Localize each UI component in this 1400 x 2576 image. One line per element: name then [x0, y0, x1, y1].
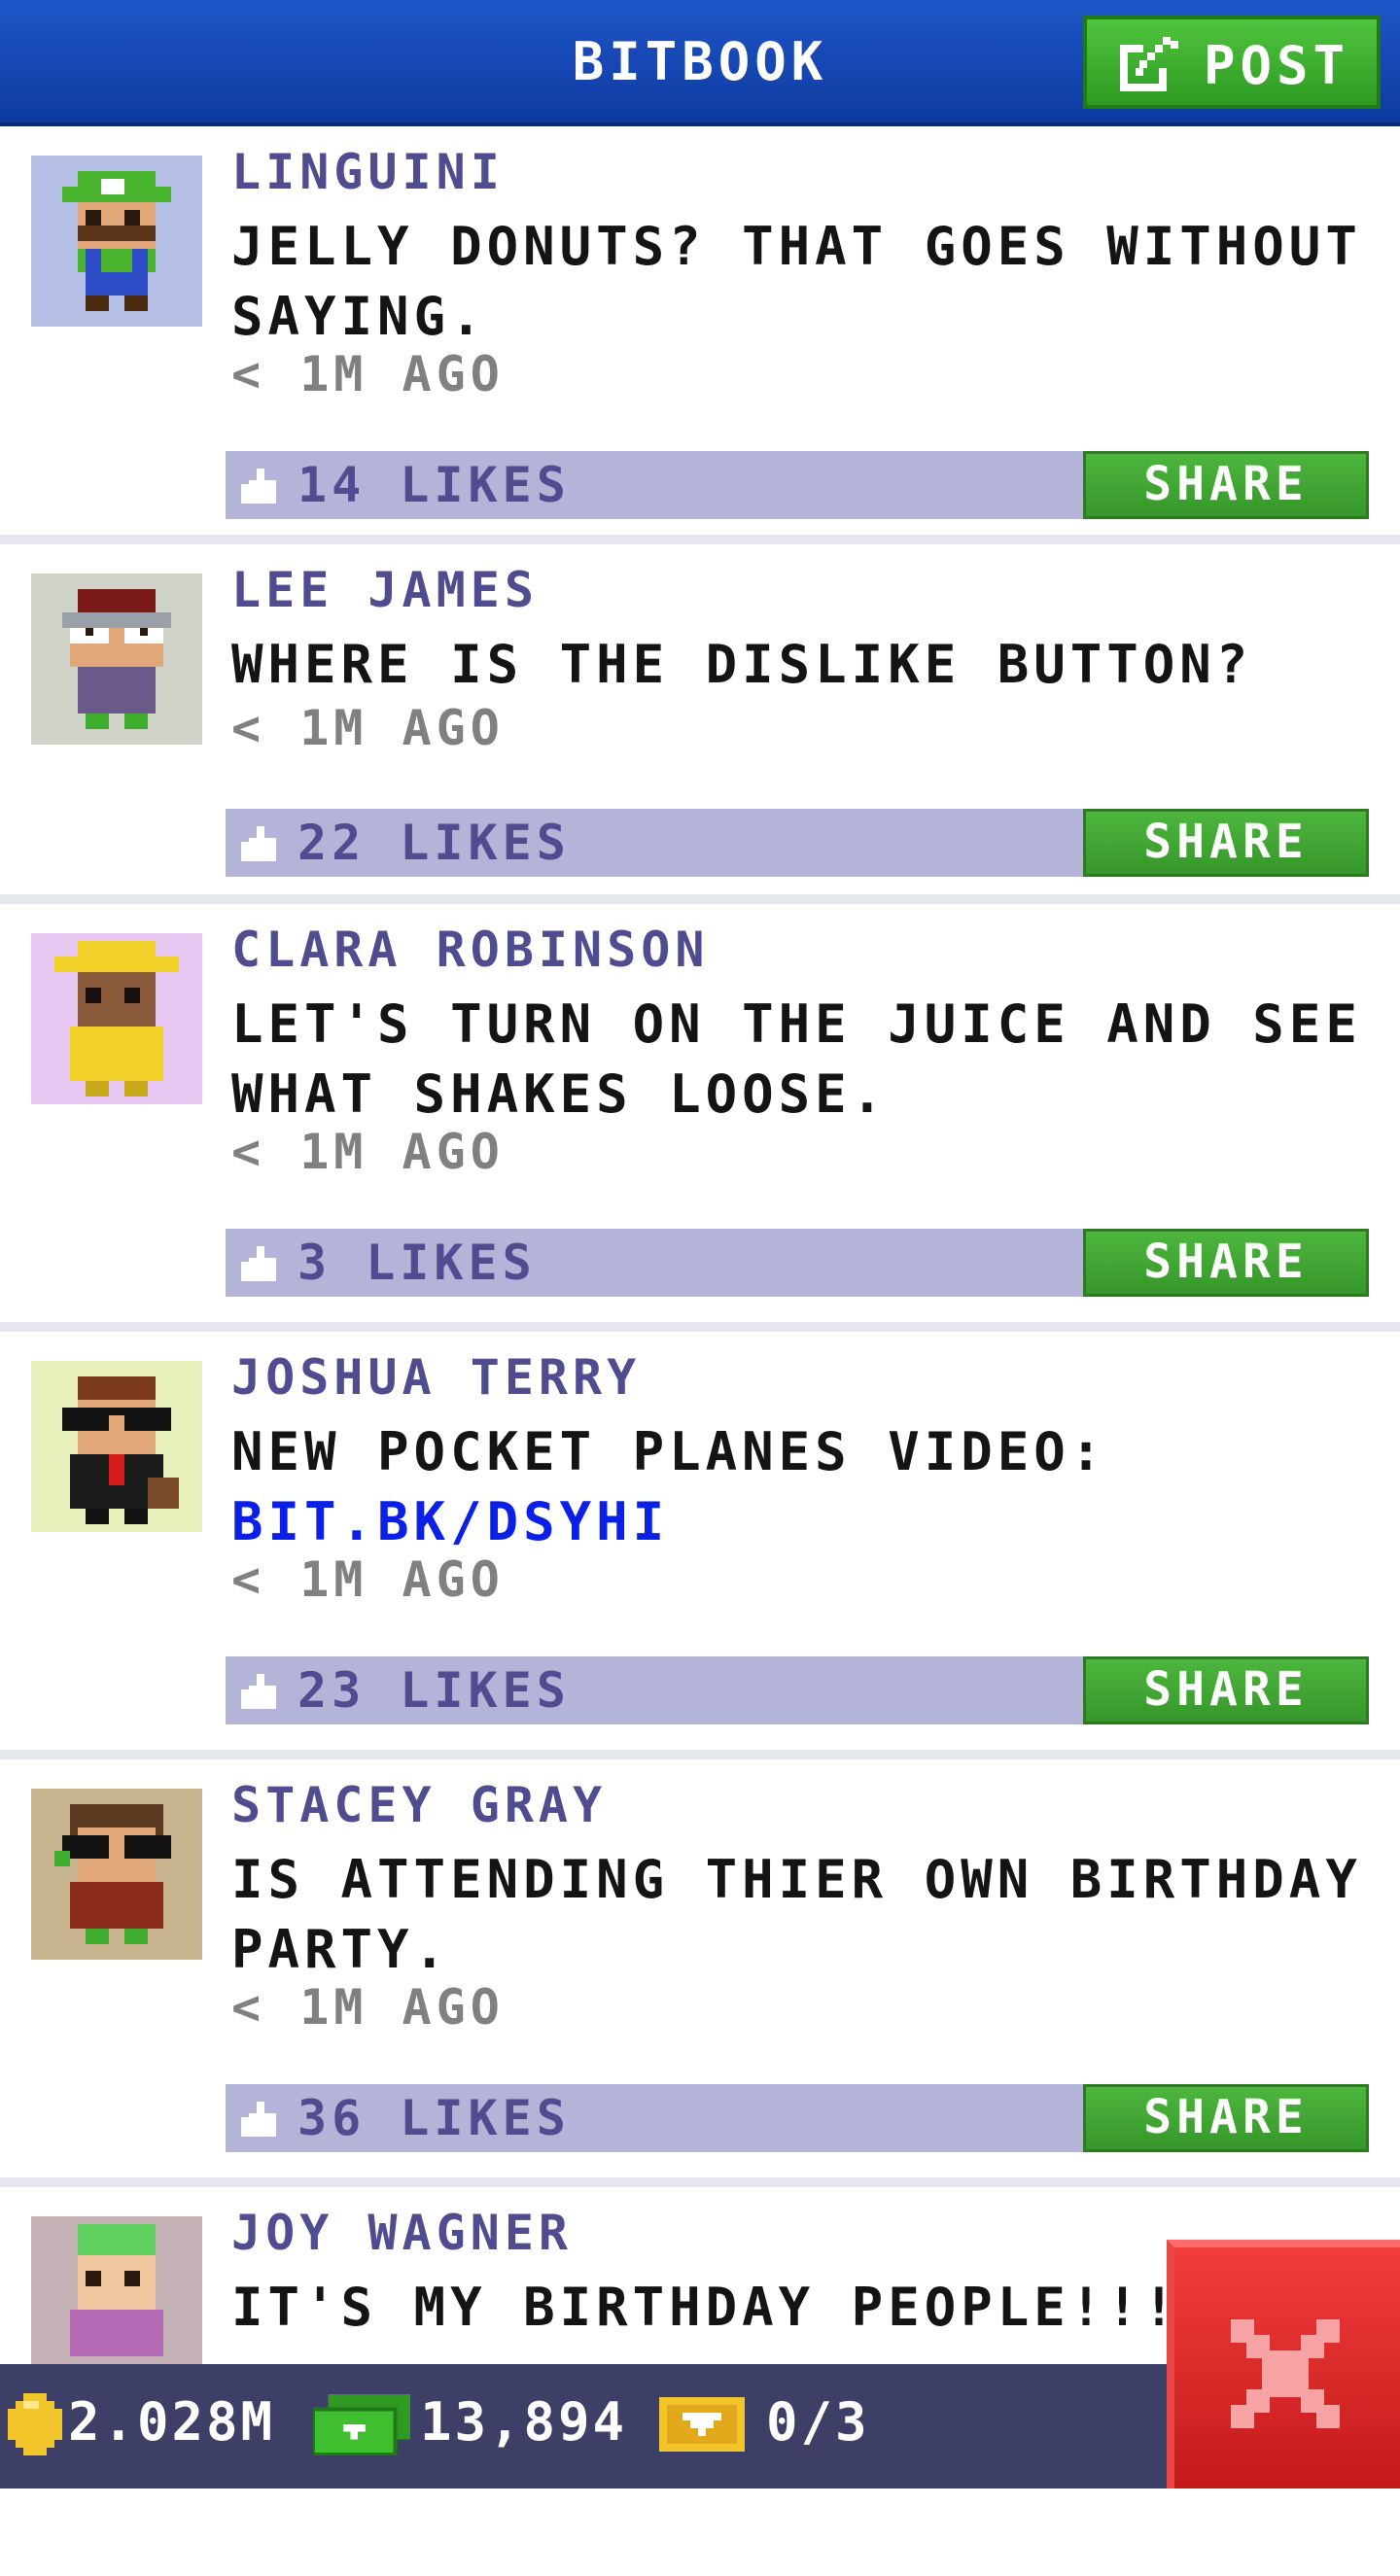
avatar[interactable] [31, 1361, 202, 1532]
avatar-image [70, 2224, 163, 2356]
app-header: BITBOOK POST [0, 0, 1400, 126]
share-button[interactable]: SHARE [1083, 1229, 1369, 1297]
avatar[interactable] [31, 574, 202, 745]
ticket-icon [659, 2397, 745, 2452]
avatar-image [54, 941, 179, 1097]
avatar[interactable] [31, 1789, 202, 1960]
author-name[interactable]: JOY WAGNER [231, 2205, 573, 2261]
post-label: POST [1204, 35, 1350, 96]
post-text-line: NEW POCKET PLANES VIDEO: [231, 1421, 1107, 1482]
feed-post: LEE JAMES WHERE IS THE DISLIKE BUTTON? <… [0, 544, 1400, 904]
feed-post: STACEY GRAY IS ATTENDING THIER OWN BIRTH… [0, 1759, 1400, 2187]
likes-count: 22 LIKES [298, 815, 571, 871]
post-text: LET'S TURN ON THE JUICE AND SEE WHAT SHA… [231, 993, 1362, 1125]
author-name[interactable]: CLARA ROBINSON [231, 922, 709, 978]
post-text: IS ATTENDING THIER OWN BIRTHDAY PARTY. [231, 1849, 1362, 1980]
thumbs-up-icon[interactable] [241, 826, 276, 861]
avatar[interactable] [31, 933, 202, 1104]
close-button[interactable] [1167, 2240, 1400, 2489]
thumbs-up-icon[interactable] [241, 1246, 276, 1281]
likes-bar: 36 LIKES SHARE [226, 2084, 1369, 2152]
likes-bar: 3 LIKES SHARE [226, 1229, 1369, 1297]
likes-count: 23 LIKES [298, 1662, 571, 1719]
coin-icon [8, 2393, 62, 2455]
likes-count: 36 LIKES [298, 2090, 571, 2146]
avatar-image [62, 589, 171, 729]
feed-post: JOSHUA TERRY NEW POCKET PLANES VIDEO: BI… [0, 1332, 1400, 1759]
feed-post: CLARA ROBINSON LET'S TURN ON THE JUICE A… [0, 904, 1400, 1332]
avatar[interactable] [31, 2216, 202, 2387]
post-time: < 1M AGO [231, 700, 505, 756]
avatar[interactable] [31, 156, 202, 327]
post-time: < 1M AGO [231, 346, 505, 402]
close-icon [1231, 2319, 1340, 2428]
post-time: < 1M AGO [231, 1979, 505, 2036]
share-button[interactable]: SHARE [1083, 2084, 1369, 2152]
news-feed[interactable]: LINGUINI JELLY DONUTS? THAT GOES WITHOUT… [0, 126, 1400, 2576]
avatar-image [54, 1804, 171, 1944]
bux-count: 13,894 [420, 2391, 628, 2453]
feed-post: LINGUINI JELLY DONUTS? THAT GOES WITHOUT… [0, 126, 1400, 544]
author-name[interactable]: LINGUINI [231, 144, 505, 200]
share-button[interactable]: SHARE [1083, 809, 1369, 877]
share-button[interactable]: SHARE [1083, 451, 1369, 519]
author-name[interactable]: LEE JAMES [231, 562, 539, 618]
likes-bar: 22 LIKES SHARE [226, 809, 1369, 877]
cash-icon [313, 2394, 410, 2455]
post-text: WHERE IS THE DISLIKE BUTTON? [231, 634, 1253, 695]
avatar-image [62, 171, 171, 311]
post-text: NEW POCKET PLANES VIDEO: BIT.BK/DSYHI [231, 1417, 1379, 1557]
post-time: < 1M AGO [231, 1124, 505, 1180]
thumbs-up-icon[interactable] [241, 469, 276, 504]
edit-icon [1120, 37, 1178, 91]
thumbs-up-icon[interactable] [241, 2102, 276, 2137]
author-name[interactable]: JOSHUA TERRY [231, 1349, 641, 1406]
avatar-image [62, 1376, 179, 1524]
tickets-count: 0/3 [766, 2391, 870, 2453]
author-name[interactable]: STACEY GRAY [231, 1777, 607, 1833]
share-button[interactable]: SHARE [1083, 1656, 1369, 1724]
post-time: < 1M AGO [231, 1551, 505, 1608]
likes-bar: 23 LIKES SHARE [226, 1656, 1369, 1724]
likes-bar: 14 LIKES SHARE [226, 451, 1369, 519]
post-button[interactable]: POST [1083, 16, 1381, 109]
likes-count: 3 LIKES [298, 1235, 537, 1291]
post-link[interactable]: BIT.BK/DSYHI [231, 1487, 1379, 1557]
likes-count: 14 LIKES [298, 457, 571, 513]
coins-count: 2.028M [68, 2391, 276, 2453]
post-text: JELLY DONUTS? THAT GOES WITHOUT SAYING. [231, 216, 1362, 347]
thumbs-up-icon[interactable] [241, 1674, 276, 1709]
